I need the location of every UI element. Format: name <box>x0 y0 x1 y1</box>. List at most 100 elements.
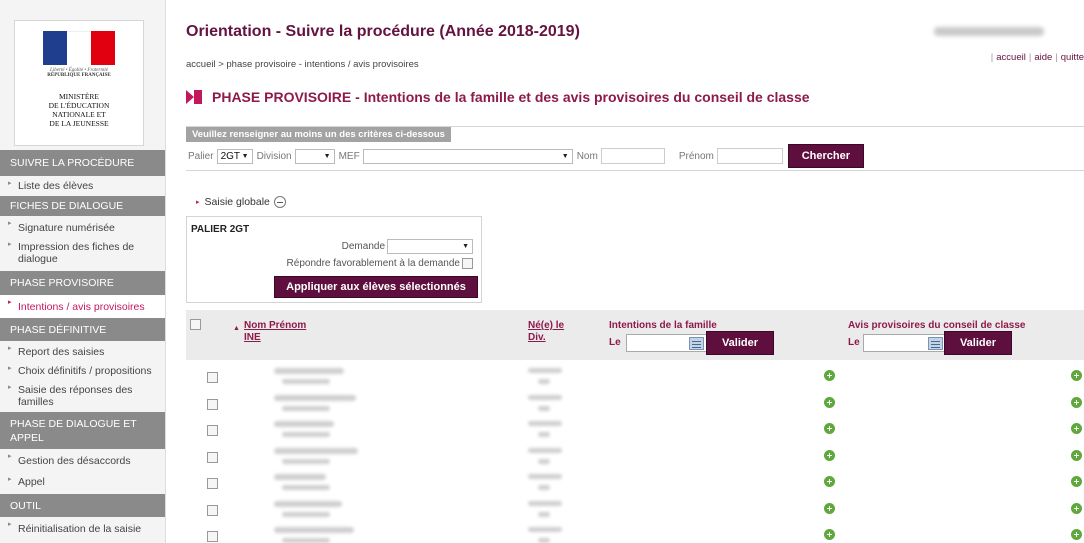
intentions-le-label: Le <box>609 337 621 348</box>
sidebar-item-desaccords[interactable]: ▸ Gestion des désaccords <box>0 449 165 472</box>
add-avis-icon[interactable] <box>1071 502 1082 514</box>
col-name-link[interactable]: Nom Prénom <box>244 320 306 332</box>
add-avis-icon[interactable] <box>1071 476 1082 487</box>
redacted-ine <box>282 379 330 384</box>
add-avis-icon[interactable] <box>1071 396 1082 408</box>
caret-down-icon: ▼ <box>323 152 331 160</box>
redacted-division <box>538 458 550 464</box>
redacted-birthdate <box>528 368 562 373</box>
redacted-ine <box>282 458 330 464</box>
row-checkbox[interactable] <box>207 372 218 383</box>
col-birth-link[interactable]: Né(e) le <box>528 320 564 332</box>
sort-asc-icon[interactable]: ▲ <box>233 325 240 332</box>
redacted-birthdate <box>528 474 562 479</box>
mef-select[interactable]: ▼ <box>362 148 573 164</box>
logo-republique: RÉPUBLIQUE FRANÇAISE <box>47 73 111 78</box>
apply-button[interactable]: Appliquer aux élèves sélectionnés <box>274 276 478 298</box>
add-intention-icon[interactable] <box>824 529 835 540</box>
row-checkbox[interactable] <box>207 531 218 542</box>
sidebar-item-signature[interactable]: ▸ Signature numérisée <box>0 216 165 237</box>
sidebar-item-appel[interactable]: ▸ Appel <box>0 472 165 494</box>
add-avis-icon[interactable] <box>1071 449 1082 461</box>
redacted-ine <box>282 405 330 411</box>
add-intention-icon[interactable] <box>824 396 835 408</box>
sidebar-item-liste-eleves[interactable]: ▸ Liste des élèves <box>0 176 165 196</box>
sidebar-section-suivre: SUIVRE LA PROCÉDURE <box>0 150 165 176</box>
criteria-legend: Veuillez renseigner au moins un des crit… <box>186 127 451 142</box>
redacted-ine <box>282 538 330 543</box>
redacted-birthdate <box>528 421 562 426</box>
prenom-label: Prénom <box>678 150 714 162</box>
palier-select[interactable]: 2GT ▼ <box>216 148 253 164</box>
redacted-division <box>538 432 550 437</box>
caret-down-icon: ▼ <box>462 243 469 250</box>
sidebar-section-dialogue: PHASE DE DIALOGUE ET APPEL <box>0 412 165 449</box>
table-header: ▲ Nom Prénom INE Né(e) le Div. Intention… <box>186 310 1084 360</box>
chevron-right-icon: ▸ <box>8 365 12 372</box>
col-ine-link[interactable]: INE <box>244 332 261 344</box>
sidebar-item-reinit[interactable]: ▸ Réinitialisation de la saisie <box>0 517 165 537</box>
chevron-right-icon: ▸ <box>8 453 12 460</box>
division-select[interactable]: ▼ <box>294 148 335 164</box>
sidebar-item-reponses[interactable]: ▸ Saisie des réponses des familles <box>0 380 165 412</box>
link-accueil[interactable]: accueil <box>996 52 1026 63</box>
table-row <box>186 524 1084 543</box>
redacted-name <box>274 368 344 374</box>
palier-label: Palier <box>188 150 214 162</box>
chevron-right-icon: ▸ <box>8 180 12 187</box>
sidebar: Liberté • Égalité • Fraternité RÉPUBLIQU… <box>0 0 166 543</box>
logo-ministry: MINISTÈRE DE L'ÉDUCATION NATIONALE ET DE… <box>48 92 110 128</box>
add-intention-icon[interactable] <box>824 502 835 514</box>
add-avis-icon[interactable] <box>1071 529 1082 540</box>
table-row <box>186 418 1084 445</box>
select-all-checkbox[interactable] <box>190 319 201 330</box>
col-div-link[interactable]: Div. <box>528 332 546 344</box>
redacted-name <box>274 527 354 533</box>
chevron-right-icon: ▸ <box>8 299 12 306</box>
redacted-birthdate <box>528 500 562 506</box>
redacted-birthdate <box>528 527 562 532</box>
row-checkbox[interactable] <box>207 425 218 436</box>
sidebar-item-impression[interactable]: ▸ Impression des fiches de dialogue <box>0 237 165 271</box>
table-row <box>186 445 1084 472</box>
chevron-right-icon: ▸ <box>196 199 200 206</box>
division-label: Division <box>256 150 292 162</box>
palier-title: PALIER 2GT <box>191 224 250 235</box>
sidebar-section-outil: OUTIL <box>0 494 165 517</box>
collapse-icon[interactable] <box>273 196 286 208</box>
add-avis-icon[interactable] <box>1071 370 1082 381</box>
row-checkbox[interactable] <box>207 478 218 489</box>
redacted-name <box>274 474 326 480</box>
row-checkbox[interactable] <box>207 451 218 463</box>
row-checkbox[interactable] <box>207 504 218 516</box>
sidebar-item-report[interactable]: ▸ Report des saisies <box>0 341 165 361</box>
redacted-division <box>538 538 550 543</box>
row-checkbox[interactable] <box>207 398 218 410</box>
sidebar-item-choix[interactable]: ▸ Choix définitifs / propositions <box>0 361 165 380</box>
add-intention-icon[interactable] <box>824 423 835 434</box>
calendar-icon[interactable] <box>928 337 943 350</box>
redacted-division <box>538 405 550 411</box>
chevron-right-icon: ▸ <box>8 521 12 528</box>
saisie-globale-toggle[interactable]: ▸ Saisie globale <box>196 196 286 208</box>
link-quitter[interactable]: quitte <box>1061 52 1084 63</box>
demande-select[interactable]: ▼ <box>387 239 473 254</box>
link-aide[interactable]: aide <box>1034 52 1052 63</box>
add-intention-icon[interactable] <box>824 476 835 487</box>
col-avis: Avis provisoires du conseil de classe <box>848 320 1026 331</box>
redacted-ine <box>282 511 330 517</box>
avis-valider-button[interactable]: Valider <box>944 331 1012 355</box>
search-criteria: Veuillez renseigner au moins un des crit… <box>186 126 1084 171</box>
sidebar-item-intentions[interactable]: ▸ Intentions / avis provisoires <box>0 295 165 318</box>
calendar-icon[interactable] <box>689 337 704 350</box>
add-intention-icon[interactable] <box>824 449 835 461</box>
add-avis-icon[interactable] <box>1071 423 1082 434</box>
intentions-valider-button[interactable]: Valider <box>706 331 774 355</box>
palier-box: PALIER 2GT Demande ▼ Répondre favorablem… <box>186 216 482 303</box>
repondre-checkbox[interactable] <box>462 258 473 269</box>
redacted-name <box>274 394 356 401</box>
add-intention-icon[interactable] <box>824 370 835 381</box>
nom-input[interactable] <box>600 148 665 164</box>
search-button[interactable]: Chercher <box>787 144 864 168</box>
prenom-input[interactable] <box>716 148 783 164</box>
